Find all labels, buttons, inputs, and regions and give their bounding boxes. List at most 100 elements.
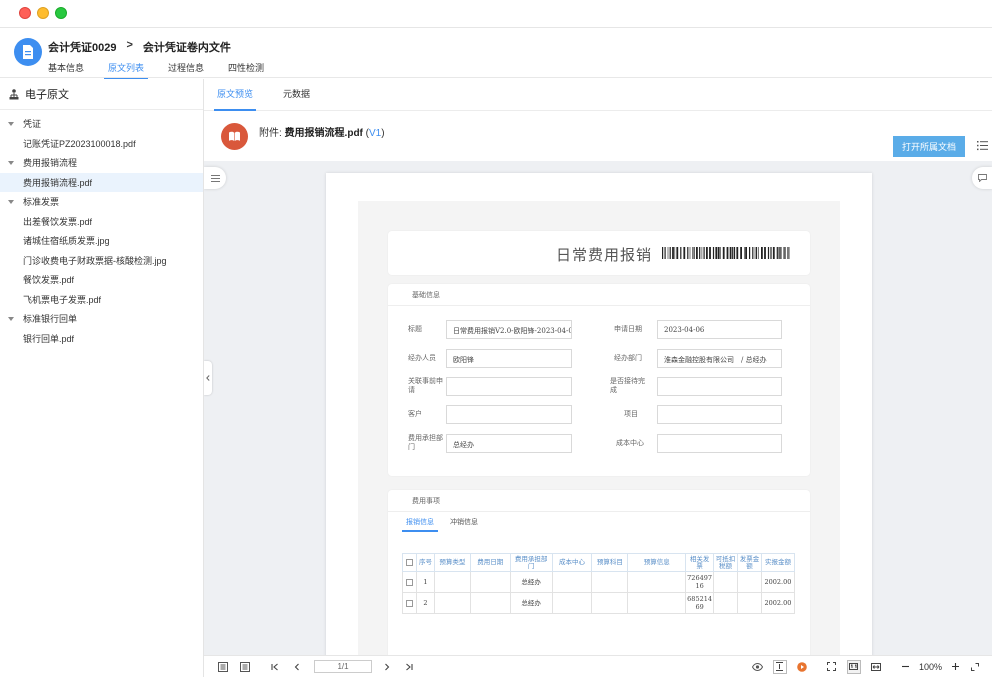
page-number-input[interactable]: 1/1 (314, 660, 372, 673)
field-value: 总经办 (446, 434, 572, 453)
tree-file[interactable]: 诸城住宿纸质发票.jpg (0, 231, 203, 251)
zoom-out-icon[interactable] (899, 660, 913, 674)
row-checkbox (405, 578, 413, 586)
tree-group-voucher[interactable]: 凭证 (0, 114, 203, 134)
field-label: 经办部门 (614, 354, 642, 362)
tree-file-selected[interactable]: 费用报销流程.pdf (0, 172, 203, 192)
title-bar (0, 0, 992, 28)
outline-toggle[interactable] (204, 167, 226, 189)
comment-icon (977, 174, 987, 182)
table-cell: 2002.00 (760, 592, 796, 614)
tree-group-label: 标准发票 (23, 197, 60, 208)
column-header: 成本中心 (551, 553, 593, 572)
table-cell (736, 592, 762, 614)
breadcrumb-item[interactable]: 会计凭证0029 (48, 39, 116, 55)
zoom-window-button[interactable] (55, 7, 67, 19)
comments-toggle[interactable] (972, 167, 992, 189)
org-tree-icon (9, 88, 19, 99)
list-icon[interactable] (977, 140, 988, 151)
tab-process-info[interactable]: 过程信息 (168, 61, 204, 79)
field-value (446, 377, 572, 396)
table-cell (433, 592, 471, 614)
previous-page-icon[interactable] (290, 660, 304, 674)
form-title-card: 日常费用报销 (388, 231, 810, 275)
form-title: 日常费用报销 (556, 246, 653, 264)
eye-icon[interactable] (751, 660, 765, 674)
tree-file[interactable]: 餐饮发票.pdf (0, 270, 203, 290)
attachment-prefix: 附件: (259, 128, 282, 139)
tab-original-preview[interactable]: 原文预览 (213, 87, 257, 111)
page-header: 会计凭证0029 > 会计凭证卷内文件 基本信息 原文列表 过程信息 四性检测 (0, 28, 992, 80)
attachment-row: 附件: 费用报销流程.pdf (V1) (204, 111, 992, 161)
last-page-icon[interactable] (402, 660, 416, 674)
chevron-left-icon (206, 375, 210, 381)
tree-group-expense-flow[interactable]: 费用报销流程 (0, 153, 203, 173)
column-header: 实报金额 (760, 553, 796, 572)
caret-down-icon (8, 199, 14, 204)
field-value (657, 434, 782, 453)
file-tree: 凭证 记账凭证PZ2023100018.pdf 费用报销流程 费用报销流程.pd… (0, 110, 203, 348)
first-page-icon[interactable] (268, 660, 282, 674)
tab-original-list[interactable]: 原文列表 (104, 61, 149, 80)
field-label: 经办人员 (408, 354, 436, 362)
tab-basic-info[interactable]: 基本信息 (48, 61, 84, 79)
tree-file[interactable]: 银行回单.pdf (0, 329, 203, 349)
tree-group-label: 费用报销流程 (23, 158, 78, 169)
main-tabs: 原文预览 元数据 (204, 79, 992, 111)
app-window: 会计凭证0029 > 会计凭证卷内文件 基本信息 原文列表 过程信息 四性检测 … (0, 0, 992, 677)
table-cell (469, 571, 511, 593)
single-page-icon[interactable] (238, 660, 252, 674)
table-cell: 72649716 (685, 571, 715, 593)
row-checkbox (405, 599, 413, 607)
table-cell (627, 592, 687, 614)
field-label: 项目 (624, 410, 638, 418)
fit-width-icon[interactable] (869, 660, 883, 674)
field-value: 2023-04-06 (657, 320, 782, 339)
table-cell: 1 (415, 571, 435, 593)
book-icon (221, 123, 248, 150)
field-value: 淮森金融控股有限公司 / 总经办 (657, 349, 782, 368)
table-header-row: 序号 预算类型 费用日期 费用承担部门 成本中心 预算科目 预算信息 相关发票 … (402, 553, 796, 572)
column-header: 费用日期 (469, 553, 511, 572)
column-header: 可抵扣税额 (713, 553, 738, 572)
play-icon[interactable] (795, 660, 809, 674)
thumbnails-icon[interactable] (216, 660, 230, 674)
header-tabs: 基本信息 原文列表 过程信息 四性检测 (48, 61, 288, 80)
table-cell (591, 571, 629, 593)
next-page-icon[interactable] (380, 660, 394, 674)
table-cell: 总经办 (509, 592, 553, 614)
sidebar-title: 电子原文 (25, 89, 69, 101)
tree-file[interactable]: 出差餐饮发票.pdf (0, 212, 203, 232)
field-value: 日常费用报销V2.0-欧阳锋-2023-04-06 (446, 320, 572, 339)
expand-icon[interactable] (968, 660, 982, 674)
tree-group-standard-invoice[interactable]: 标准发票 (0, 192, 203, 212)
tree-group-bank-receipt[interactable]: 标准银行回单 (0, 309, 203, 329)
fullscreen-fit-icon[interactable] (825, 660, 839, 674)
table-cell (551, 592, 593, 614)
column-header: 序号 (415, 553, 435, 572)
minimize-window-button[interactable] (37, 7, 49, 19)
close-window-button[interactable] (19, 7, 31, 19)
open-parent-document-button[interactable]: 打开所属文档 (893, 136, 965, 157)
tree-file[interactable]: 飞机票电子发票.pdf (0, 290, 203, 310)
table-cell (469, 592, 511, 614)
section-title: 基础信息 (388, 284, 810, 306)
tab-four-property-check[interactable]: 四性检测 (228, 61, 264, 79)
attachment-version[interactable]: V1 (369, 128, 381, 139)
field-label: 标题 (408, 325, 422, 333)
field-label: 关联事前申请 (408, 377, 443, 394)
zoom-in-icon[interactable] (948, 660, 962, 674)
document-viewer[interactable]: 日常费用报销 基础信息 标题 日常费用报销V2.0-欧阳锋-2023-04-06… (204, 161, 992, 655)
actual-size-icon[interactable] (846, 659, 861, 674)
sidebar-collapse-handle[interactable] (204, 361, 212, 395)
breadcrumb-separator: > (126, 39, 133, 51)
tree-file[interactable]: 记账凭证PZ2023100018.pdf (0, 134, 203, 154)
section-title: 费用事项 (388, 490, 810, 512)
column-header: 相关发票 (685, 553, 715, 572)
breadcrumb: 会计凭证0029 > 会计凭证卷内文件 (48, 39, 231, 55)
scanned-form: 日常费用报销 基础信息 标题 日常费用报销V2.0-欧阳锋-2023-04-06… (358, 201, 840, 655)
tab-metadata[interactable]: 元数据 (283, 87, 310, 110)
fit-height-icon[interactable] (772, 659, 787, 674)
tree-group-label: 标准银行回单 (23, 314, 78, 325)
tree-file[interactable]: 门诊收费电子财政票据-核酸检测.jpg (0, 251, 203, 271)
